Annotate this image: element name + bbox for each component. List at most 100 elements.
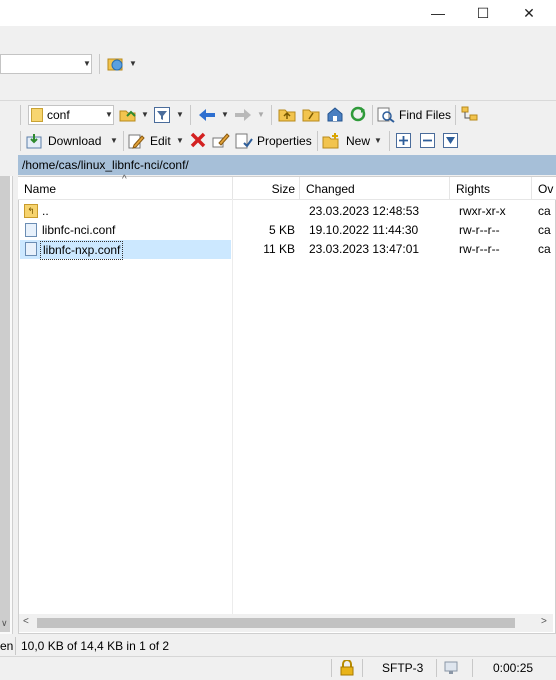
find-icon: [377, 107, 395, 123]
column-divider: [232, 199, 233, 614]
maximize-icon: ☐: [476, 4, 490, 21]
minimize-button[interactable]: —: [415, 0, 461, 26]
delete-button[interactable]: [190, 132, 208, 150]
protocol-label: SFTP-3: [382, 661, 424, 675]
file-row-parent[interactable]: ↰ .. 23.03.2023 12:48:53 rwxr-xr-x ca: [18, 202, 556, 221]
file-owner: ca: [538, 223, 551, 237]
file-rights: rwxr-xr-x: [459, 204, 506, 218]
column-header-owner[interactable]: Ov: [532, 177, 556, 199]
separator: [455, 105, 456, 125]
separator: [123, 131, 124, 151]
edit-pencil-icon: [128, 134, 145, 149]
forward-button[interactable]: ▼: [234, 105, 266, 125]
chevron-down-icon: ∨: [1, 618, 8, 628]
left-status-text: en: [0, 639, 14, 653]
column-changed-label: Changed: [306, 182, 355, 196]
title-bar: — ☐ ✕: [0, 0, 556, 26]
separator: [20, 131, 21, 151]
back-button[interactable]: ▼: [198, 105, 230, 125]
root-directory-button[interactable]: [302, 106, 320, 124]
scroll-left-icon: <: [23, 616, 29, 627]
file-changed: 19.10.2022 11:44:30: [309, 223, 419, 237]
file-name: libnfc-nxp.conf: [40, 241, 124, 260]
open-directory-button[interactable]: ▼: [119, 105, 151, 125]
separator: [317, 131, 318, 151]
open-folder-icon: [119, 110, 136, 122]
file-changed: 23.03.2023 12:48:53: [309, 204, 420, 218]
separator: [331, 659, 332, 677]
left-pane-scrollbar[interactable]: [0, 176, 10, 632]
unselect-files-button[interactable]: [420, 133, 436, 149]
select-files-button[interactable]: [396, 133, 412, 149]
folder-combo[interactable]: conf ▼: [28, 105, 114, 125]
find-files-label: Find Files: [399, 108, 452, 122]
home-directory-button[interactable]: [326, 106, 344, 124]
minimize-icon: —: [431, 5, 445, 21]
select-all-button[interactable]: [443, 133, 459, 149]
tree-view-button[interactable]: [461, 106, 479, 124]
scroll-right-icon: >: [541, 616, 547, 627]
folder-sync-icon: [107, 58, 123, 71]
maximize-button[interactable]: ☐: [460, 0, 506, 26]
parent-folder-icon: [278, 109, 296, 122]
edit-button[interactable]: Edit ▼: [128, 131, 186, 151]
edit-label: Edit: [150, 134, 171, 148]
back-arrow-icon: [199, 109, 215, 121]
file-name: libnfc-nci.conf: [42, 223, 116, 237]
minus-icon: [420, 133, 435, 148]
chevron-down-icon: ▼: [176, 110, 184, 119]
column-header-name[interactable]: Name ^: [18, 174, 233, 199]
session-combo[interactable]: ▼: [0, 54, 92, 74]
path-bar[interactable]: /home/cas/linux_libnfc-nci/conf/: [18, 155, 556, 175]
download-label: Download: [48, 134, 102, 148]
parent-directory-button[interactable]: [278, 106, 296, 124]
file-size: 5 KB: [268, 223, 295, 237]
chevron-down-icon: ▼: [83, 59, 91, 68]
horizontal-scrollbar[interactable]: < >: [19, 614, 553, 632]
refresh-button[interactable]: [349, 106, 367, 124]
scrollbar-thumb[interactable]: [37, 618, 515, 628]
delete-x-icon: [190, 132, 206, 148]
separator: [20, 105, 21, 125]
refresh-icon: [350, 106, 366, 122]
navigation-toolbar: conf ▼ ▼ ▼ ▼ ▼ Find Files: [0, 102, 556, 128]
sort-ascending-icon: ^: [122, 174, 127, 185]
chevron-down-icon: ▼: [141, 110, 149, 119]
selection-info: 10,0 KB of 14,4 KB in 1 of 2: [21, 639, 170, 653]
filter-button[interactable]: ▼: [154, 105, 186, 125]
properties-label: Properties: [257, 134, 312, 148]
download-icon: [26, 134, 42, 149]
separator: [472, 659, 473, 677]
chevron-down-icon: ▼: [221, 110, 229, 119]
rename-button[interactable]: [212, 132, 230, 150]
file-row-libnfc-nci[interactable]: libnfc-nci.conf 5 KB 19.10.2022 11:44:30…: [18, 221, 556, 240]
download-button[interactable]: Download ▼: [26, 131, 120, 151]
close-button[interactable]: ✕: [506, 0, 552, 26]
properties-button[interactable]: Properties: [235, 131, 313, 151]
chevron-down-icon: ▼: [129, 59, 137, 68]
folder-icon: [31, 108, 43, 122]
file-rights: rw-r--r--: [459, 223, 500, 237]
find-files-button[interactable]: Find Files: [377, 105, 451, 125]
root-folder-icon: [302, 109, 320, 122]
column-header-rights[interactable]: Rights: [450, 177, 532, 199]
elapsed-time: 0:00:25: [493, 661, 534, 675]
rename-icon: [212, 133, 230, 148]
new-button[interactable]: New ▼: [322, 131, 384, 151]
home-icon: [327, 107, 343, 122]
column-header-size[interactable]: Size: [233, 177, 300, 199]
properties-icon: [235, 133, 253, 149]
chevron-down-icon: ▼: [105, 110, 113, 119]
selection-status-bar: en 10,0 KB of 14,4 KB in 1 of 2: [0, 636, 556, 656]
parent-directory-icon: ↰: [24, 204, 38, 218]
file-changed: 23.03.2023 13:47:01: [309, 242, 420, 256]
file-size: [233, 202, 295, 221]
separator: [436, 659, 437, 677]
chevron-down-icon: ▼: [176, 136, 184, 145]
file-row-libnfc-nxp[interactable]: libnfc-nxp.conf 11 KB 23.03.2023 13:47:0…: [18, 240, 556, 260]
file-icon: [25, 223, 37, 237]
file-owner: ca: [538, 242, 551, 256]
column-header-changed[interactable]: Changed: [300, 177, 450, 199]
sync-browse-button[interactable]: ▼: [107, 54, 137, 74]
separator: [190, 105, 191, 125]
